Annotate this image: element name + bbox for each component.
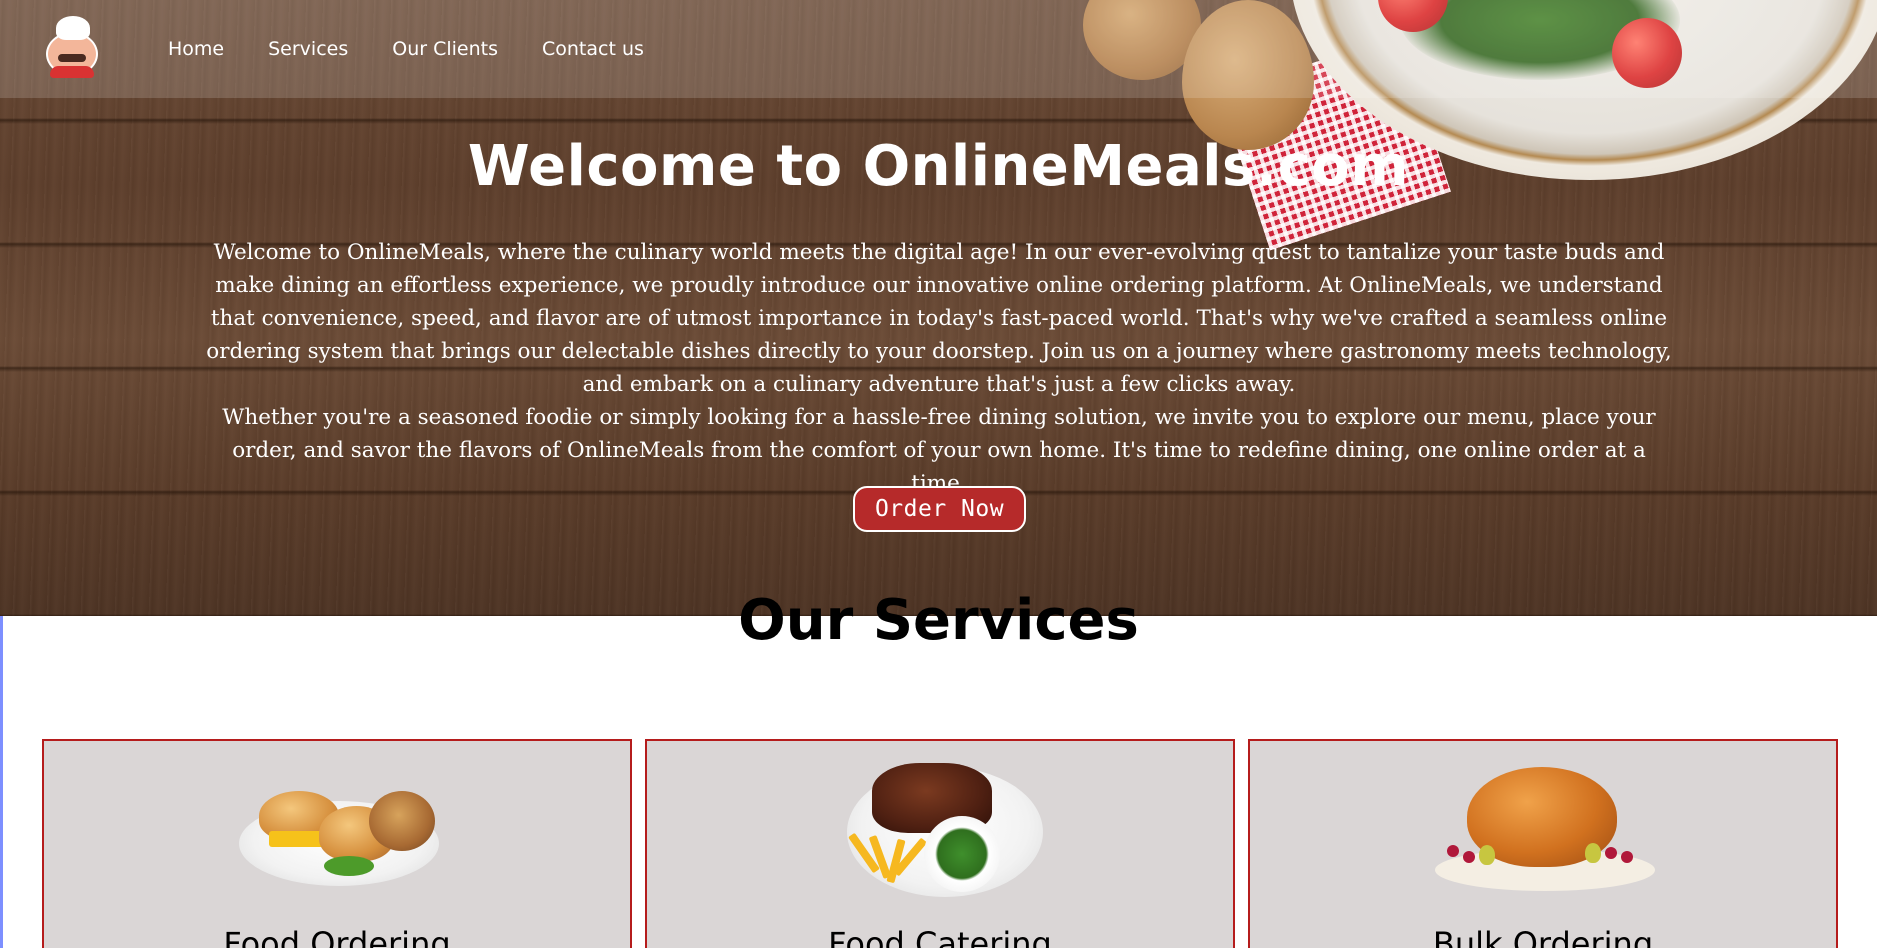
logo-shirt <box>50 66 94 78</box>
berry-shape <box>1621 851 1633 863</box>
hero-section: Home Services Our Clients Contact us Wel… <box>0 0 1877 616</box>
roast-turkey-icon <box>1435 761 1655 901</box>
nav-link-services[interactable]: Services <box>268 38 348 60</box>
nav-link-our-clients[interactable]: Our Clients <box>392 38 498 60</box>
nav-links: Home Services Our Clients Contact us <box>168 38 644 60</box>
service-card-food-ordering[interactable]: Food Ordering <box>42 739 632 948</box>
chef-logo-icon[interactable] <box>40 16 106 78</box>
logo-chef-hat <box>56 16 90 40</box>
service-card-food-catering[interactable]: Food Catering <box>645 739 1235 948</box>
vegetable-bowl-shape <box>924 816 1000 892</box>
services-cards: Food Ordering Food Catering Bulk Orderin… <box>42 739 1838 948</box>
services-title: Our Services <box>738 588 1139 653</box>
service-card-title: Bulk Ordering <box>1432 925 1654 948</box>
pear-shape <box>1585 843 1601 863</box>
hero-title: Welcome to OnlineMeals.com <box>467 134 1410 199</box>
logo-mustache <box>58 54 86 62</box>
navbar: Home Services Our Clients Contact us <box>0 0 1877 98</box>
service-card-title: Food Catering <box>828 925 1052 948</box>
burger-plate-icon <box>229 761 449 901</box>
steak-plate-icon <box>832 761 1052 901</box>
nav-link-home[interactable]: Home <box>168 38 224 60</box>
berry-shape <box>1447 845 1459 857</box>
nav-link-contact-us[interactable]: Contact us <box>542 38 644 60</box>
service-card-bulk-ordering[interactable]: Bulk Ordering <box>1248 739 1838 948</box>
berry-shape <box>1463 851 1475 863</box>
service-card-title: Food Ordering <box>223 925 451 948</box>
order-now-button[interactable]: Order Now <box>853 486 1026 532</box>
pear-shape <box>1479 845 1495 865</box>
hero-paragraph-1: Welcome to OnlineMeals, where the culina… <box>206 240 1672 397</box>
lettuce-shape <box>324 856 374 876</box>
potato-shape <box>369 791 435 851</box>
hero-description: Welcome to OnlineMeals, where the culina… <box>203 236 1675 500</box>
berry-shape <box>1605 847 1617 859</box>
